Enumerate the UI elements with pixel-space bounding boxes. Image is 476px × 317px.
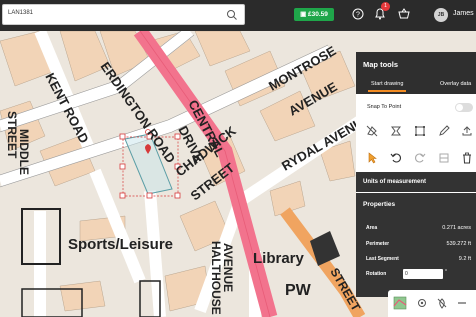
avatar[interactable]: JB: [434, 8, 448, 22]
pen-icon[interactable]: [437, 124, 451, 138]
bowtie-shape-icon[interactable]: [389, 124, 403, 138]
property-label-last-segment: Last Segment: [366, 256, 399, 262]
rotation-unit: °: [445, 269, 447, 275]
units-of-measurement-header[interactable]: Units of measurement: [356, 172, 476, 192]
rotation-input[interactable]: 0: [403, 269, 443, 279]
property-value-last-segment: 9.2 ft: [458, 256, 471, 262]
map-label-library: Library: [253, 250, 305, 267]
wallet-icon: ▣: [300, 11, 309, 18]
map-label-sports: Sports/Leisure: [68, 236, 173, 253]
properties-section: Properties Area 0.271 acres Perimeter 53…: [356, 193, 476, 297]
tab-overlay-data[interactable]: Overlay data: [440, 81, 471, 87]
map-label-middle-2: MIDDLE: [17, 129, 31, 175]
rotation-value[interactable]: 0: [405, 271, 408, 277]
property-value-perimeter: 539.272 ft: [446, 241, 471, 247]
property-value-area: 0.271 acres: [442, 225, 471, 231]
map-label-avenue-2: AVENUE: [221, 243, 235, 292]
property-label-area: Area: [366, 225, 378, 231]
credit-value: £30.59: [308, 11, 328, 18]
map-thumbnail-icon[interactable]: [393, 296, 407, 310]
search-icon[interactable]: [226, 9, 238, 21]
user-name[interactable]: James: [453, 10, 474, 17]
map-tools-panel: Map tools Start drawing Overlay data Sna…: [356, 52, 476, 297]
map-label-pw: PW: [285, 282, 312, 299]
credit-balance-button[interactable]: ▣ £30.59: [294, 8, 334, 21]
redo-icon[interactable]: [413, 151, 427, 165]
map-label-walthouse: HALTHOUSE: [209, 241, 223, 315]
upload-icon[interactable]: [460, 124, 474, 138]
erase-shape-icon[interactable]: [365, 124, 379, 138]
layers-icon[interactable]: [437, 151, 451, 165]
snap-to-point-toggle[interactable]: [455, 103, 473, 112]
rectangle-select-icon[interactable]: [413, 124, 427, 138]
pointer-icon[interactable]: [365, 151, 379, 165]
location-off-icon[interactable]: [435, 296, 449, 310]
map-controls: [388, 290, 476, 317]
notification-badge: 1: [381, 2, 390, 11]
properties-title: Properties: [363, 201, 396, 208]
tab-start-drawing[interactable]: Start drawing: [367, 81, 407, 92]
top-bar: LAN1381 ▣ £30.59 ? 1 JB James: [0, 0, 476, 31]
snap-to-point-label: Snap To Point: [367, 104, 402, 110]
panel-title: Map tools: [356, 52, 476, 74]
help-icon[interactable]: ?: [351, 7, 365, 21]
search-value[interactable]: LAN1381: [8, 10, 33, 16]
undo-icon[interactable]: [389, 151, 403, 165]
locate-icon[interactable]: [415, 296, 429, 310]
property-label-rotation: Rotation: [366, 271, 387, 277]
trash-icon[interactable]: [460, 151, 474, 165]
map-label-middle: STREET: [5, 111, 19, 159]
property-label-perimeter: Perimeter: [366, 241, 390, 247]
search-input[interactable]: LAN1381: [2, 4, 245, 25]
panel-tabs: Start drawing Overlay data: [356, 74, 476, 94]
svg-text:?: ?: [356, 12, 360, 19]
basket-icon[interactable]: [397, 7, 411, 21]
zoom-out-icon[interactable]: [455, 296, 469, 310]
